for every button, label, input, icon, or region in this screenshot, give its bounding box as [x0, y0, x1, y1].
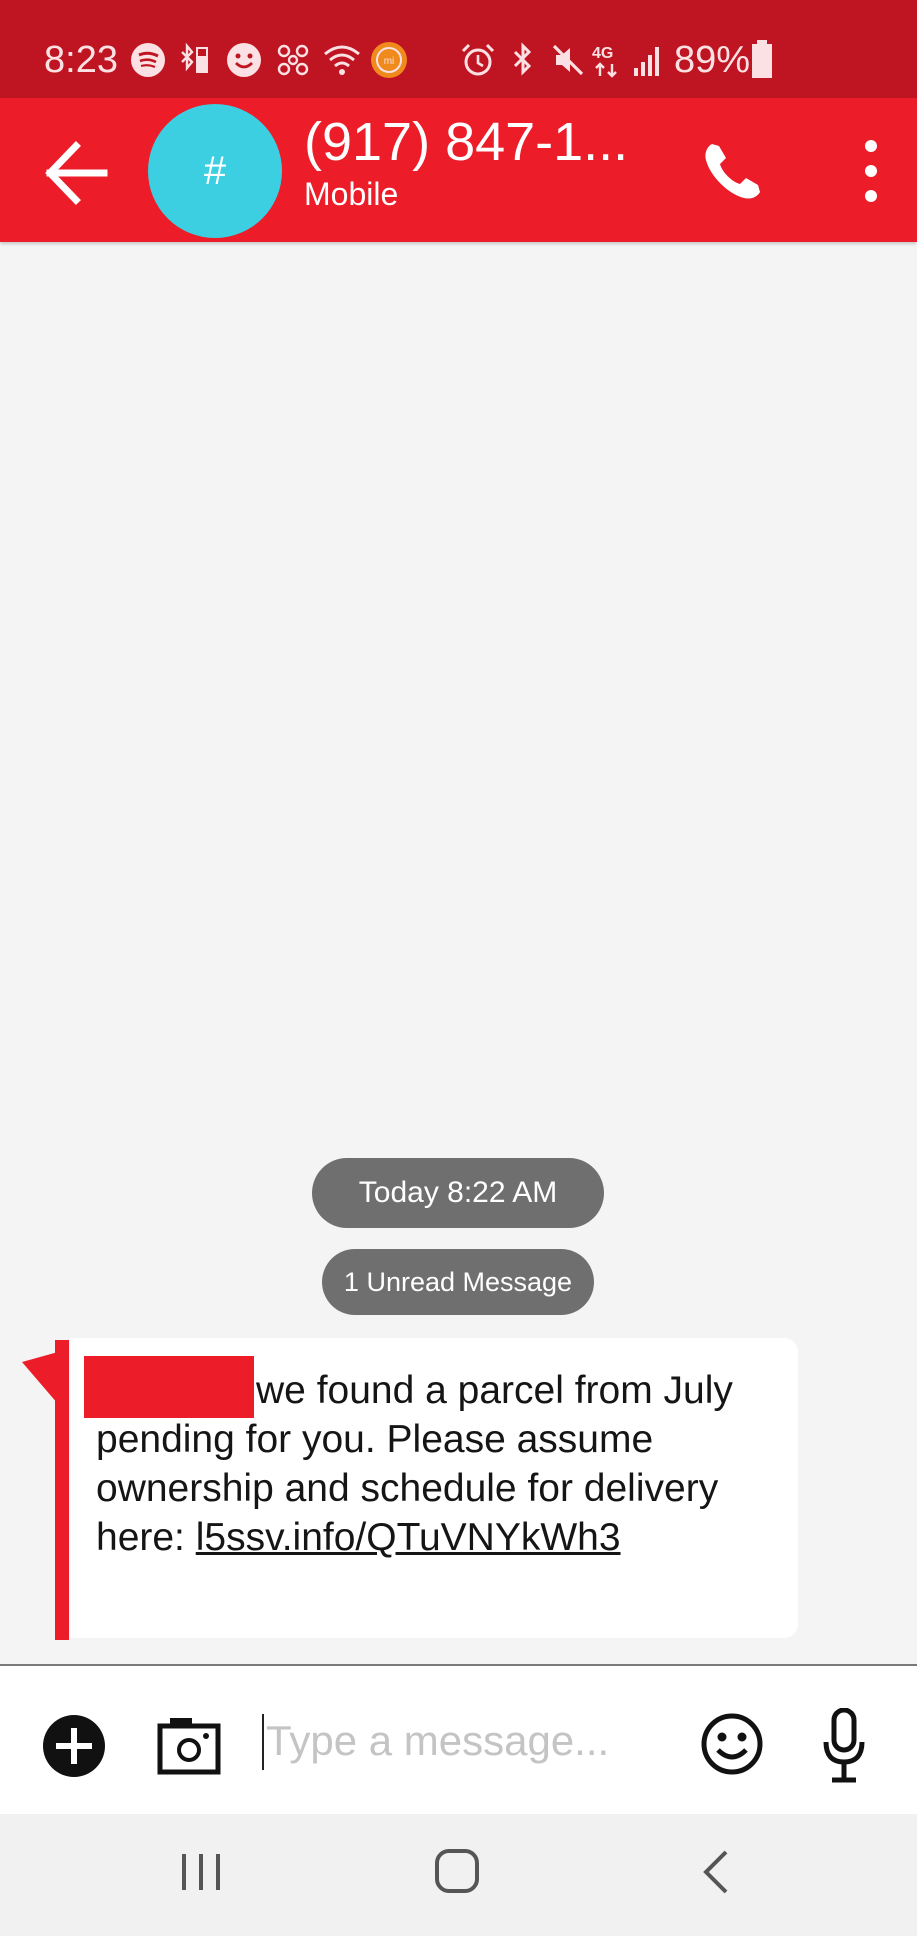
contact-avatar[interactable]: #: [148, 104, 282, 238]
back-nav-icon[interactable]: [700, 1850, 730, 1894]
conversation-header: # (917) 847-1... Mobile: [0, 98, 917, 242]
home-icon[interactable]: [434, 1848, 480, 1894]
svg-text:4G: 4G: [592, 45, 613, 62]
status-time: 8:23: [44, 39, 118, 81]
mute-icon: [552, 44, 584, 76]
bluetooth-battery-icon: [181, 42, 208, 73]
more-options-icon[interactable]: [858, 138, 884, 204]
message-link[interactable]: l5ssv.info/​QTuVNYkWh3: [196, 1516, 621, 1559]
camera-icon[interactable]: [156, 1712, 222, 1778]
mi-icon: mi: [371, 42, 407, 78]
battery-icon: [752, 40, 772, 78]
contact-type: Mobile: [304, 176, 399, 212]
alarm-icon: [461, 43, 495, 76]
phone-call-icon[interactable]: [700, 138, 766, 204]
add-attachment-icon[interactable]: [42, 1714, 106, 1778]
unread-indicator: 1 Unread Message: [322, 1249, 594, 1315]
contact-name[interactable]: (917) 847-1...: [304, 110, 634, 174]
signal-icon: [634, 47, 659, 76]
back-arrow-icon[interactable]: [42, 138, 112, 208]
bluetooth-icon: [513, 42, 532, 76]
4g-lte-icon: 4G: [592, 45, 617, 78]
text-cursor: [262, 1714, 264, 1770]
spotify-icon: [131, 43, 165, 77]
recent-apps-icon[interactable]: [180, 1852, 222, 1892]
svg-text:mi: mi: [384, 56, 395, 67]
smiley-icon: [227, 43, 261, 77]
battery-percent: 89%: [674, 39, 751, 81]
emoji-icon[interactable]: [700, 1712, 764, 1776]
compose-bar: [0, 1664, 917, 1816]
system-nav-bar: [0, 1814, 917, 1936]
message-input[interactable]: [266, 1710, 686, 1772]
date-separator: Today 8:22 AM: [312, 1158, 604, 1228]
wifi-icon: [324, 45, 360, 75]
status-bar: 8:23 mi 4G 89%: [0, 0, 917, 98]
message-text: we found a parcel from July pending for …: [96, 1366, 756, 1562]
fan-icon: [277, 44, 309, 76]
microphone-icon[interactable]: [822, 1708, 866, 1784]
